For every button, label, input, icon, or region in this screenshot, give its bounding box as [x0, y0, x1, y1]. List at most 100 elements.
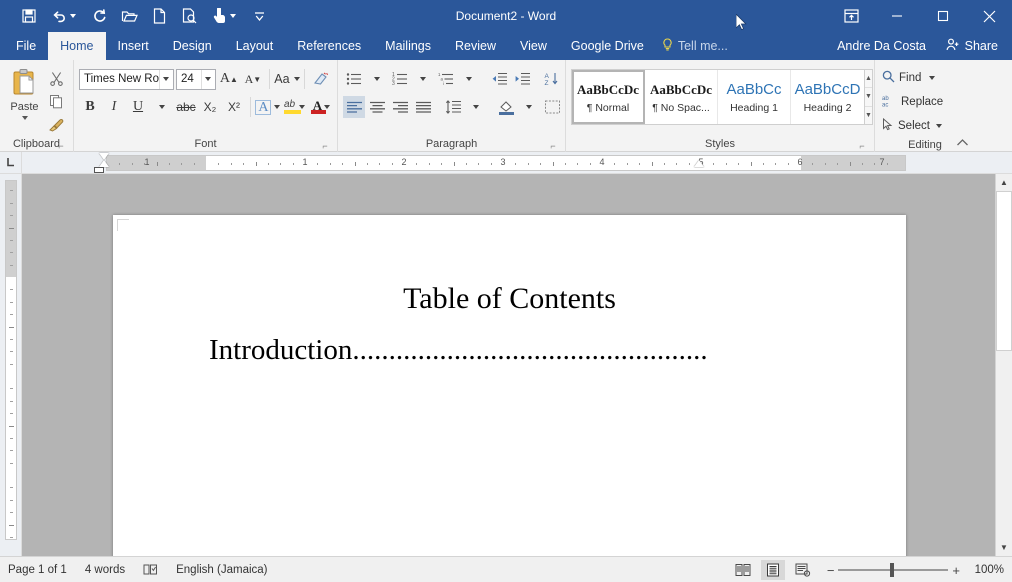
zoom-thumb[interactable] — [890, 563, 895, 577]
first-line-indent-marker[interactable] — [99, 153, 109, 160]
sort-icon[interactable]: AZ — [541, 68, 563, 90]
tab-insert[interactable]: Insert — [106, 32, 161, 60]
touch-mode-dropdown-caret-icon[interactable] — [230, 14, 236, 18]
select-button[interactable]: Select — [880, 115, 970, 137]
line-spacing-caret-icon[interactable] — [465, 96, 487, 118]
find-button[interactable]: Find — [880, 67, 970, 89]
customize-quick-access-toolbar-icon[interactable] — [244, 3, 274, 29]
print-layout-icon[interactable] — [760, 560, 785, 580]
style-normal[interactable]: AaBbCcDc ¶ Normal — [572, 70, 645, 124]
vertical-scrollbar[interactable]: ▲ ▼ — [995, 174, 1012, 556]
styles-gallery-scrollbar[interactable]: ▲ ▼ ▼ — [865, 69, 873, 125]
style-no-spacing[interactable]: AaBbCcDc ¶ No Spac... — [645, 70, 718, 124]
zoom-out-button[interactable]: − — [827, 563, 835, 578]
zoom-level[interactable]: 100% — [966, 564, 1004, 576]
bullets-icon[interactable] — [343, 68, 365, 90]
multilevel-list-caret-icon[interactable] — [458, 68, 480, 90]
zoom-in-button[interactable]: + — [952, 563, 960, 578]
read-mode-icon[interactable] — [731, 560, 755, 580]
text-highlight-color-icon[interactable]: ab — [282, 96, 307, 118]
tab-file[interactable]: File — [4, 32, 49, 60]
vertical-ruler[interactable] — [0, 174, 22, 556]
underline-button[interactable]: U — [127, 96, 149, 118]
new-document-icon[interactable] — [144, 3, 174, 29]
tab-references[interactable]: References — [285, 32, 373, 60]
paragraph-dialog-launcher[interactable]: ⌐ — [548, 141, 558, 151]
styles-more-icon[interactable]: ▼ — [865, 107, 872, 124]
print-preview-icon[interactable] — [174, 3, 204, 29]
shading-icon[interactable] — [495, 96, 517, 118]
font-size-caret-icon[interactable] — [200, 69, 215, 89]
tab-home[interactable]: Home — [48, 32, 106, 60]
font-size-combobox[interactable]: 24 — [175, 68, 216, 90]
tab-mailings[interactable]: Mailings — [373, 32, 443, 60]
horizontal-ruler[interactable]: 1 1 2 3 4 5 6 7 — [0, 151, 1012, 174]
collapse-ribbon-icon[interactable] — [956, 138, 969, 150]
align-right-icon[interactable] — [389, 96, 411, 118]
document-heading[interactable]: Table of Contents — [113, 282, 906, 316]
format-painter-icon[interactable] — [44, 114, 68, 134]
numbering-caret-icon[interactable] — [412, 68, 434, 90]
font-family-caret-icon[interactable] — [158, 69, 173, 89]
paste-button[interactable]: Paste — [5, 65, 44, 120]
scrollbar-track[interactable] — [996, 351, 1012, 539]
tab-google-drive[interactable]: Google Drive — [559, 32, 656, 60]
styles-scroll-up-icon[interactable]: ▲ — [865, 70, 872, 89]
multilevel-list-icon[interactable]: 1 a i — [435, 68, 457, 90]
clear-formatting-icon[interactable] — [310, 68, 332, 90]
close-icon[interactable] — [966, 0, 1012, 32]
hanging-indent-marker[interactable] — [99, 160, 109, 167]
zoom-track[interactable] — [838, 563, 949, 577]
superscript-button[interactable]: X² — [223, 96, 245, 118]
decrease-indent-icon[interactable] — [488, 68, 510, 90]
tell-me-search[interactable]: Tell me... — [656, 32, 738, 60]
shrink-font-button[interactable]: A ▼ — [242, 68, 264, 90]
bold-button[interactable]: B — [79, 96, 101, 118]
redo-icon[interactable] — [84, 3, 114, 29]
share-button[interactable]: Share — [938, 32, 1006, 60]
strikethrough-button[interactable]: abc — [175, 96, 197, 118]
align-center-icon[interactable] — [366, 96, 388, 118]
italic-button[interactable]: I — [103, 96, 125, 118]
right-indent-marker[interactable] — [694, 160, 704, 167]
undo-button[interactable] — [44, 3, 84, 29]
vertical-ruler-scale[interactable] — [5, 180, 17, 540]
web-layout-icon[interactable] — [791, 560, 815, 580]
align-left-icon[interactable] — [343, 96, 365, 118]
justify-icon[interactable] — [412, 96, 434, 118]
font-family-combobox[interactable]: Times New Ro — [79, 68, 174, 90]
style-heading-2[interactable]: AaBbCcD Heading 2 — [791, 70, 864, 124]
restore-icon[interactable] — [920, 0, 966, 32]
left-indent-marker[interactable] — [94, 167, 104, 173]
copy-icon[interactable] — [44, 91, 68, 111]
font-color-icon[interactable]: A — [309, 96, 332, 118]
underline-caret-icon[interactable] — [151, 96, 173, 118]
font-dialog-launcher[interactable]: ⌐ — [320, 141, 330, 151]
styles-scroll-down-icon[interactable]: ▼ — [865, 88, 872, 107]
grow-font-button[interactable]: A ▲ — [218, 68, 240, 90]
tab-design[interactable]: Design — [161, 32, 224, 60]
undo-dropdown-caret-icon[interactable] — [70, 14, 76, 18]
account-name[interactable]: Andre Da Costa — [837, 32, 926, 60]
change-case-button[interactable]: Aa — [274, 68, 300, 90]
tab-layout[interactable]: Layout — [224, 32, 286, 60]
text-effects-icon[interactable]: A — [255, 96, 281, 118]
styles-dialog-launcher[interactable]: ⌐ — [857, 141, 867, 151]
borders-icon[interactable] — [541, 96, 563, 118]
minimize-icon[interactable] — [874, 0, 920, 32]
shading-caret-icon[interactable] — [518, 96, 540, 118]
document-toc-entry[interactable]: Introduction............................… — [209, 334, 708, 367]
subscript-button[interactable]: X₂ — [199, 96, 221, 118]
scroll-up-icon[interactable]: ▲ — [996, 174, 1012, 191]
open-icon[interactable] — [114, 3, 144, 29]
document-page[interactable]: Table of Contents Introduction..........… — [113, 215, 906, 556]
bullets-caret-icon[interactable] — [366, 68, 388, 90]
tab-view[interactable]: View — [508, 32, 559, 60]
touch-mouse-mode-icon[interactable] — [204, 3, 244, 29]
page-indicator[interactable]: Page 1 of 1 — [8, 564, 67, 576]
clipboard-dialog-launcher[interactable]: ⌐ — [56, 141, 66, 151]
tab-review[interactable]: Review — [443, 32, 508, 60]
ribbon-display-options-icon[interactable] — [828, 0, 874, 32]
save-icon[interactable] — [14, 3, 44, 29]
line-spacing-icon[interactable] — [442, 96, 464, 118]
